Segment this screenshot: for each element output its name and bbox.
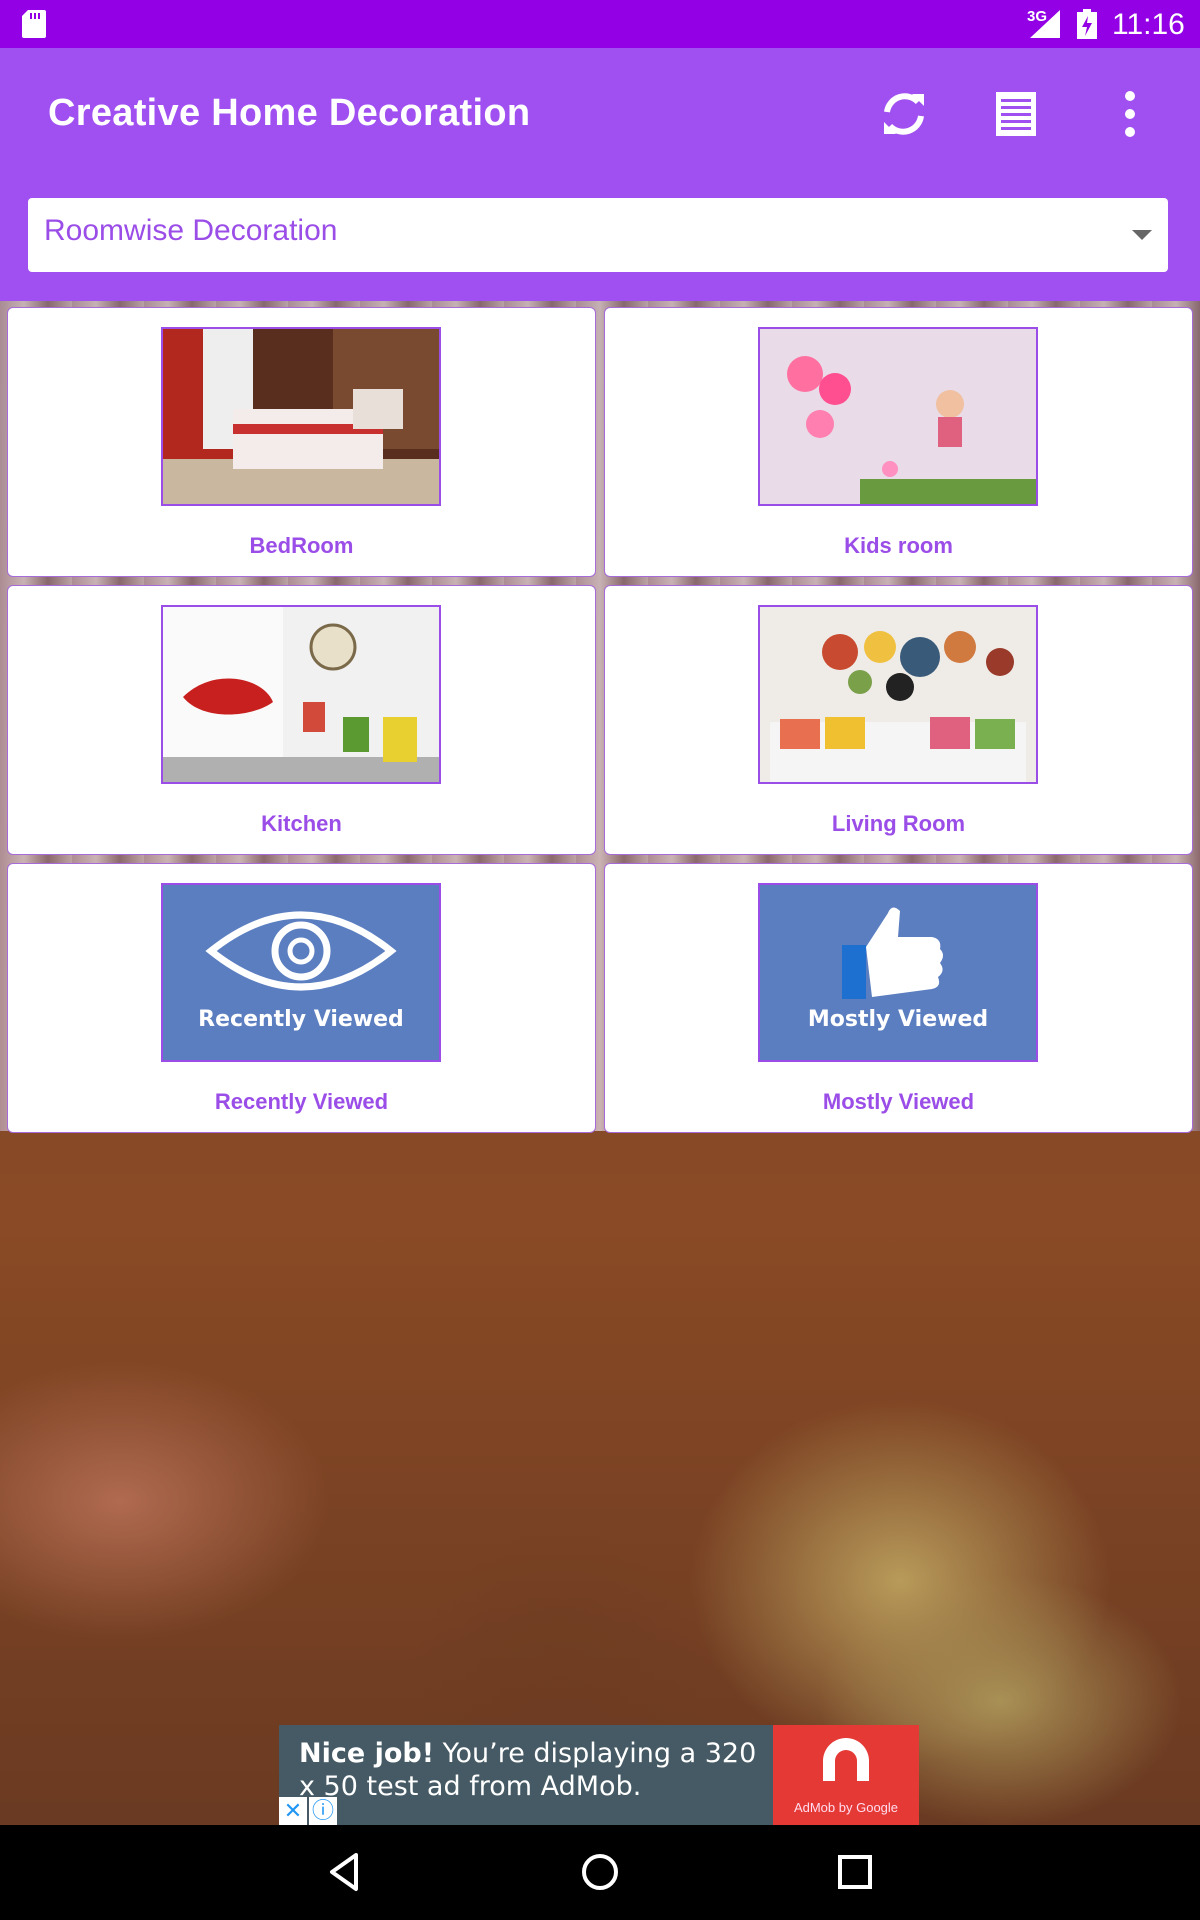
admob-logo: AdMob by Google [773, 1725, 919, 1825]
category-card-living-room[interactable]: Living Room [604, 585, 1193, 855]
card-label: Kids room [844, 533, 953, 558]
card-label: Mostly Viewed [822, 1089, 975, 1114]
navigation-bar [0, 1825, 1200, 1920]
ad-logo-caption: AdMob by Google [793, 1800, 899, 1815]
battery-charging-icon [1077, 9, 1097, 39]
category-card-mostly-viewed[interactable]: Mostly Viewed Mostly Viewed [604, 863, 1193, 1133]
kitchen-image [161, 605, 441, 784]
card-label: Kitchen [261, 811, 342, 836]
thumbs-up-icon [842, 907, 943, 999]
living-room-image [758, 605, 1038, 784]
ad-headline-bold: Nice job! [299, 1738, 435, 1769]
eye-icon [205, 911, 397, 991]
dropdown-arrow-icon [1132, 230, 1152, 240]
category-card-bedroom[interactable]: BedRoom [7, 307, 596, 577]
bedroom-image [161, 327, 441, 506]
card-label: Living Room [831, 811, 966, 836]
dropdown-selected-value: Roomwise Decoration [44, 214, 338, 247]
category-card-recently-viewed[interactable]: Recently Viewed Recently Viewed [7, 863, 596, 1133]
cell-signal-icon [1030, 10, 1060, 38]
ad-text: Nice job! You’re displaying a 320 x 50 t… [299, 1737, 769, 1803]
clock: 11:16 [1112, 8, 1185, 41]
home-icon[interactable] [575, 1847, 625, 1897]
category-card-kids-room[interactable]: Kids room [604, 307, 1193, 577]
app-bar: Creative Home Decoration Roomwise Decora… [0, 48, 1200, 301]
sd-card-icon [22, 10, 46, 38]
app-title: Creative Home Decoration [48, 92, 531, 134]
more-options-icon[interactable] [1118, 90, 1142, 138]
kids-room-image [758, 327, 1038, 506]
recently-viewed-image-text: Recently Viewed [198, 1007, 404, 1032]
mostly-viewed-image-text: Mostly Viewed [807, 1007, 989, 1032]
list-icon[interactable] [994, 90, 1038, 138]
card-label: BedRoom [249, 533, 354, 558]
status-bar: 3G 11:16 [0, 0, 1200, 48]
ad-close-icon[interactable]: ✕ [279, 1797, 307, 1825]
back-icon[interactable] [320, 1847, 370, 1897]
recently-viewed-image: Recently Viewed [161, 883, 441, 1062]
admob-icon [823, 1738, 869, 1781]
recent-apps-icon[interactable] [830, 1847, 880, 1897]
ad-banner[interactable]: Nice job! You’re displaying a 320 x 50 t… [279, 1725, 919, 1825]
ad-info-icon[interactable]: ⓘ [309, 1797, 337, 1825]
category-card-kitchen[interactable]: Kitchen [7, 585, 596, 855]
refresh-icon[interactable] [878, 88, 930, 140]
category-dropdown[interactable]: Roomwise Decoration [28, 198, 1168, 272]
card-label: Recently Viewed [214, 1089, 389, 1114]
mostly-viewed-image: Mostly Viewed [758, 883, 1038, 1062]
